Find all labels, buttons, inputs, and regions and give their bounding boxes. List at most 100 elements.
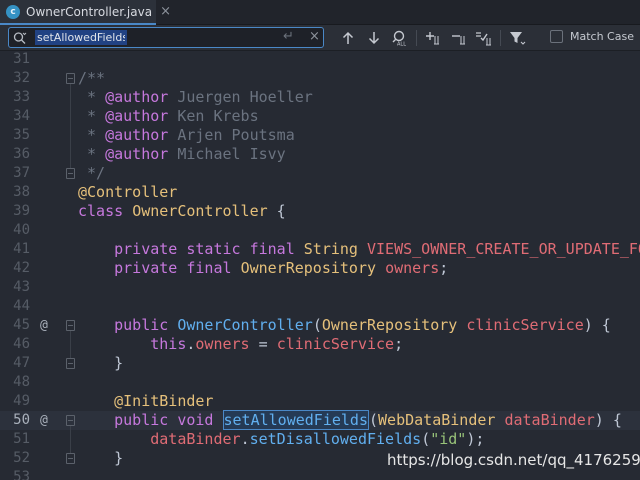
add-selection-button[interactable] (424, 29, 442, 47)
code-line[interactable]: 32 /** (0, 69, 640, 88)
code-line[interactable]: 48 (0, 373, 640, 392)
code-line[interactable]: 47 } (0, 354, 640, 373)
line-number[interactable]: 44 (0, 297, 30, 316)
filter-icon (510, 32, 526, 45)
code-text: this.owners = clinicService; (78, 335, 403, 354)
code-token: OwnerRepository (240, 259, 386, 277)
select-all-occurrences-button[interactable] (475, 29, 493, 47)
fold-guide (70, 84, 71, 168)
code-line[interactable]: 43 (0, 278, 640, 297)
next-occurrence-button[interactable] (365, 29, 383, 47)
code-line[interactable]: 37 */ (0, 164, 640, 183)
line-number[interactable]: 34 (0, 107, 30, 126)
code-token: */ (78, 164, 106, 182)
line-number[interactable]: 33 (0, 88, 30, 107)
implements-marker-icon[interactable]: @ (40, 316, 48, 335)
find-all-button[interactable]: ALL (391, 29, 409, 47)
code-token: @author (105, 88, 169, 106)
code-editor[interactable]: 31 32 /** 33 * @author Juergen Hoeller 34 * … (0, 51, 640, 480)
code-line[interactable]: 39 class OwnerController { (0, 202, 640, 221)
line-number[interactable]: 46 (0, 335, 30, 354)
code-line[interactable]: 45 @ public OwnerController(OwnerReposito… (0, 316, 640, 335)
code-line[interactable]: 42 private final OwnerRepository owners; (0, 259, 640, 278)
code-text: } (78, 449, 123, 468)
code-token: /** (78, 69, 106, 87)
line-number[interactable]: 35 (0, 126, 30, 145)
previous-occurrence-button[interactable] (339, 29, 357, 47)
code-line[interactable]: 34 * @author Ken Krebs (0, 107, 640, 126)
code-token: } (78, 354, 124, 372)
code-line[interactable]: 31 (0, 50, 640, 69)
close-tab-icon[interactable]: × (160, 4, 171, 19)
line-number[interactable]: 47 (0, 354, 30, 373)
code-token: setDisallowedFields (249, 430, 422, 448)
code-token: this (78, 335, 187, 353)
code-token: private static final (78, 240, 304, 258)
line-number[interactable]: 40 (0, 221, 30, 240)
code-token: ( (312, 316, 322, 334)
code-line[interactable]: 41 private static final String VIEWS_OWN… (0, 240, 640, 259)
fold-icon[interactable] (66, 168, 75, 179)
line-number[interactable]: 38 (0, 183, 30, 202)
code-text: public void setAllowedFields(WebDataBind… (78, 410, 622, 430)
fold-icon[interactable] (66, 453, 75, 464)
code-token: * (78, 145, 106, 163)
code-line[interactable]: 49 @InitBinder (0, 392, 640, 411)
code-line[interactable]: 51 dataBinder.setDisallowedFields("id"); (0, 430, 640, 449)
code-text: * @author Arjen Poutsma (78, 126, 295, 145)
fold-icon[interactable] (66, 415, 75, 426)
remove-selection-button[interactable] (450, 29, 468, 47)
search-field[interactable]: ↵ × (8, 27, 324, 48)
line-number[interactable]: 31 (0, 50, 30, 69)
tab-owner-controller[interactable]: c OwnerController.java × (0, 0, 171, 25)
implements-marker-icon[interactable]: @ (40, 411, 48, 430)
match-case-option[interactable]: Match Case (550, 30, 634, 43)
code-line[interactable]: 50 @ public void setAllowedFields(WebData… (0, 410, 640, 430)
code-token: = (249, 335, 277, 353)
line-number[interactable]: 37 (0, 164, 30, 183)
search-input[interactable] (35, 30, 127, 45)
code-line[interactable]: 35 * @author Arjen Poutsma (0, 126, 640, 145)
code-line[interactable]: 38 @Controller (0, 183, 640, 202)
code-text: dataBinder.setDisallowedFields("id"); (78, 430, 484, 449)
code-line[interactable]: 33 * @author Juergen Hoeller (0, 88, 640, 107)
fold-icon[interactable] (66, 320, 75, 331)
code-token: WebDataBinder (378, 411, 505, 429)
line-number[interactable]: 50 (0, 411, 30, 430)
line-number[interactable]: 42 (0, 259, 30, 278)
line-number[interactable]: 43 (0, 278, 30, 297)
code-line[interactable]: 44 (0, 297, 640, 316)
code-token: owners (385, 259, 440, 277)
code-line[interactable]: 53 (0, 468, 640, 480)
line-number[interactable]: 49 (0, 392, 30, 411)
filter-button[interactable] (509, 29, 527, 47)
fold-icon[interactable] (66, 73, 75, 84)
code-token: Arjen Poutsma (168, 126, 295, 144)
code-text: private static final String VIEWS_OWNER_… (78, 240, 640, 259)
enter-icon[interactable]: ↵ (283, 29, 294, 44)
line-number[interactable]: 45 (0, 316, 30, 335)
code-token: @Controller (78, 183, 178, 201)
code-line[interactable]: 36 * @author Michael Isvy (0, 145, 640, 164)
line-number[interactable]: 39 (0, 202, 30, 221)
code-token: * (78, 88, 106, 106)
search-icon[interactable] (13, 31, 27, 45)
line-number[interactable]: 36 (0, 145, 30, 164)
fold-icon[interactable] (66, 358, 75, 369)
code-token: class (78, 202, 133, 220)
line-number[interactable]: 48 (0, 373, 30, 392)
search-match: setAllowedFields (222, 410, 369, 430)
code-line[interactable]: 40 (0, 221, 640, 240)
toolbar-separator (416, 30, 417, 46)
line-number[interactable]: 52 (0, 449, 30, 468)
line-number[interactable]: 53 (0, 468, 30, 480)
code-token: Michael Isvy (168, 145, 286, 163)
line-number[interactable]: 51 (0, 430, 30, 449)
code-line[interactable]: 46 this.owners = clinicService; (0, 335, 640, 354)
match-case-checkbox[interactable] (550, 30, 563, 43)
code-text: class OwnerController { (78, 202, 286, 221)
clear-search-icon[interactable]: × (309, 29, 320, 44)
line-number[interactable]: 32 (0, 69, 30, 88)
line-number[interactable]: 41 (0, 240, 30, 259)
code-token: ; (439, 259, 449, 277)
